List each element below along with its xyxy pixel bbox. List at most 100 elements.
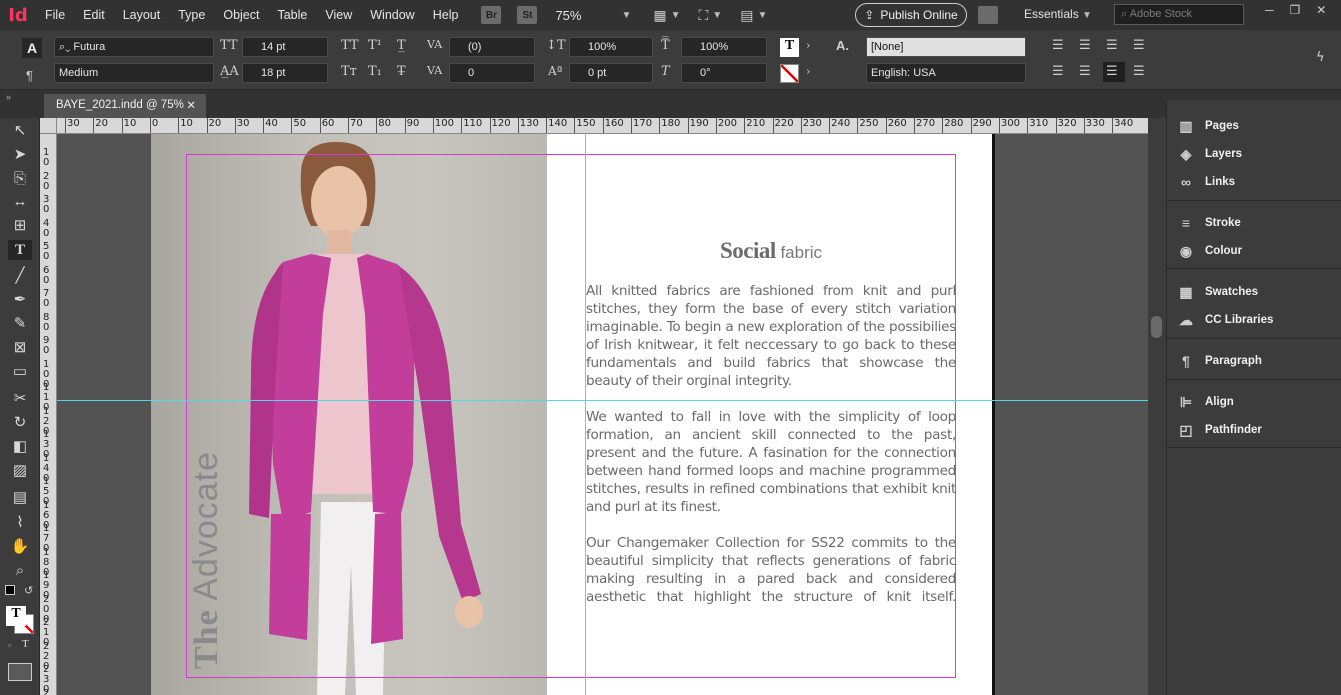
screen-mode-icon[interactable] bbox=[8, 663, 32, 681]
panel-links[interactable]: ∞ Links bbox=[1177, 174, 1235, 190]
gap-tool-icon[interactable]: ↔ bbox=[8, 191, 32, 211]
language-field[interactable]: English: USA bbox=[866, 63, 1026, 83]
body-text-frame[interactable]: All knitted fabrics are fashioned from k… bbox=[586, 282, 956, 624]
document-canvas[interactable]: The Advocate Social fabric All knitted f… bbox=[57, 134, 1148, 695]
panel-pages[interactable]: ▥ Pages bbox=[1177, 118, 1239, 134]
ruler-origin[interactable] bbox=[40, 118, 57, 134]
subscript-icon[interactable]: T₁ bbox=[368, 64, 382, 79]
paragraph-formatting-icon[interactable]: ¶ bbox=[26, 68, 33, 83]
zoom-tool-icon[interactable]: ⌕ bbox=[8, 560, 32, 580]
adobe-stock-search[interactable]: ⌕ Adobe Stock bbox=[1114, 4, 1244, 25]
underline-icon[interactable]: T̲ bbox=[397, 38, 406, 53]
rectangle-frame-tool-icon[interactable]: ⊠ bbox=[8, 337, 32, 357]
fill-swatch-icon[interactable]: T bbox=[6, 606, 26, 626]
align-left-icon[interactable]: ☰ bbox=[1052, 38, 1064, 53]
character-formatting-icon[interactable]: A bbox=[22, 38, 42, 58]
panel-pathfinder[interactable]: ◰ Pathfinder bbox=[1177, 422, 1262, 438]
horizontal-ruler[interactable]: 30 20 10 0 10 20 30 40 50 60 70 80 90 100 110 120 130 140… bbox=[57, 118, 1148, 134]
tracking-field[interactable]: 0 bbox=[449, 63, 535, 83]
all-caps-icon[interactable]: TT bbox=[341, 38, 359, 53]
baseline-shift-field[interactable]: 0 pt bbox=[569, 63, 653, 83]
heading-text-frame[interactable]: Social fabric bbox=[586, 238, 956, 264]
menu-edit[interactable]: Edit bbox=[74, 8, 114, 22]
panel-layers[interactable]: ◈ Layers bbox=[1177, 146, 1242, 162]
lightning-icon[interactable]: ϟ bbox=[1316, 50, 1325, 65]
pencil-tool-icon[interactable]: ✎ bbox=[8, 313, 32, 333]
format-text-icon[interactable]: T bbox=[22, 638, 29, 650]
swap-colors-icon[interactable]: ↺ bbox=[24, 584, 33, 597]
justify-all-icon[interactable]: ☰ bbox=[1103, 62, 1125, 82]
close-icon[interactable]: ✕ bbox=[1316, 3, 1326, 17]
panel-stroke[interactable]: ≡ Stroke bbox=[1177, 215, 1241, 231]
menu-view[interactable]: View bbox=[316, 8, 361, 22]
leading-field[interactable]: 18 pt bbox=[242, 63, 328, 83]
kerning-field[interactable]: (0) bbox=[449, 37, 535, 57]
publish-status-icon[interactable] bbox=[978, 6, 998, 24]
font-size-field[interactable]: 14 pt bbox=[242, 37, 328, 57]
vertical-scale-field[interactable]: 100% bbox=[569, 37, 653, 57]
menu-type[interactable]: Type bbox=[169, 8, 214, 22]
chevron-down-icon[interactable]: ▼ bbox=[757, 10, 767, 21]
vertical-ruler[interactable]: 1 02 03 04 05 06 07 08 09 01 0 01 1 01 2… bbox=[40, 134, 57, 695]
justify-right-icon[interactable]: ☰ bbox=[1133, 64, 1145, 79]
scissors-tool-icon[interactable]: ✂ bbox=[8, 388, 32, 408]
small-caps-icon[interactable]: Tт bbox=[341, 64, 357, 79]
gradient-swatch-tool-icon[interactable]: ◧ bbox=[8, 436, 32, 456]
menu-table[interactable]: Table bbox=[268, 8, 316, 22]
workspace-switcher[interactable]: Essentials ▼ bbox=[1024, 7, 1092, 21]
stock-button[interactable]: St bbox=[517, 6, 538, 24]
font-style-field[interactable]: Medium bbox=[54, 63, 214, 83]
chevron-right-icon[interactable]: › bbox=[806, 65, 810, 78]
horizontal-scale-field[interactable]: 100% bbox=[681, 37, 767, 57]
type-tool-icon[interactable]: T bbox=[8, 240, 32, 260]
stroke-none-icon[interactable] bbox=[780, 64, 799, 83]
panel-align[interactable]: ⊫ Align bbox=[1177, 394, 1234, 410]
align-towards-spine-icon[interactable]: ☰ bbox=[1133, 38, 1145, 53]
chevron-right-icon[interactable]: › bbox=[806, 39, 810, 52]
chevron-down-icon[interactable]: ▼ bbox=[671, 10, 681, 21]
minimize-icon[interactable]: ─ bbox=[1265, 3, 1274, 17]
zoom-level[interactable]: 75% bbox=[555, 8, 621, 23]
restore-icon[interactable]: ❐ bbox=[1290, 3, 1301, 17]
menu-file[interactable]: File bbox=[36, 8, 74, 22]
panel-paragraph[interactable]: ¶ Paragraph bbox=[1177, 353, 1262, 369]
pen-tool-icon[interactable]: ✒ bbox=[8, 289, 32, 309]
align-center-icon[interactable]: ☰ bbox=[1079, 38, 1091, 53]
menu-window[interactable]: Window bbox=[361, 8, 423, 22]
line-tool-icon[interactable]: ╱ bbox=[8, 265, 32, 285]
collapse-icon[interactable]: » bbox=[6, 92, 11, 102]
close-tab-icon[interactable]: ✕ bbox=[186, 98, 196, 112]
screen-mode-icon[interactable]: ▦ bbox=[653, 7, 666, 24]
panel-cc-libraries[interactable]: ☁ CC Libraries bbox=[1177, 312, 1273, 328]
hand-tool-icon[interactable]: ✋ bbox=[8, 536, 32, 556]
character-style-field[interactable]: [None] bbox=[866, 37, 1026, 57]
note-tool-icon[interactable]: ▤ bbox=[8, 487, 32, 507]
strikethrough-icon[interactable]: T̶ bbox=[397, 64, 406, 79]
arrange-documents-icon[interactable]: ▤ bbox=[740, 7, 753, 24]
menu-layout[interactable]: Layout bbox=[114, 8, 170, 22]
panel-colour[interactable]: ◉ Colour bbox=[1177, 243, 1242, 259]
fill-text-icon[interactable]: T bbox=[780, 38, 799, 57]
zoom-chevron-icon[interactable]: ▼ bbox=[621, 10, 631, 21]
vertical-scrollbar[interactable] bbox=[1148, 118, 1166, 695]
format-container-icon[interactable]: ▫ bbox=[8, 640, 11, 650]
superscript-icon[interactable]: T¹ bbox=[368, 38, 382, 53]
eyedropper-tool-icon[interactable]: ⌇ bbox=[8, 512, 32, 532]
rectangle-tool-icon[interactable]: ▭ bbox=[8, 361, 32, 381]
gradient-feather-tool-icon[interactable]: ▨ bbox=[8, 460, 32, 480]
document-tab[interactable]: BAYE_2021.indd @ 75% ✕ bbox=[44, 94, 206, 118]
menu-help[interactable]: Help bbox=[424, 8, 468, 22]
panel-swatches[interactable]: ▦ Swatches bbox=[1177, 284, 1258, 300]
view-options-icon[interactable]: ⛶ bbox=[698, 7, 708, 24]
scrollbar-thumb[interactable] bbox=[1151, 316, 1162, 338]
justify-left-icon[interactable]: ☰ bbox=[1052, 64, 1064, 79]
direct-selection-tool-icon[interactable]: ➤ bbox=[8, 144, 32, 164]
justify-center-icon[interactable]: ☰ bbox=[1079, 64, 1091, 79]
font-family-field[interactable]: ⌕⌄ Futura bbox=[54, 37, 214, 57]
bridge-button[interactable]: Br bbox=[481, 6, 502, 24]
page-tool-icon[interactable]: ⎘ bbox=[8, 168, 32, 188]
selection-tool-icon[interactable]: ↖ bbox=[8, 120, 32, 140]
skew-field[interactable]: 0° bbox=[681, 63, 767, 83]
menu-object[interactable]: Object bbox=[214, 8, 268, 22]
publish-online-button[interactable]: ⇪ Publish Online bbox=[855, 3, 967, 27]
